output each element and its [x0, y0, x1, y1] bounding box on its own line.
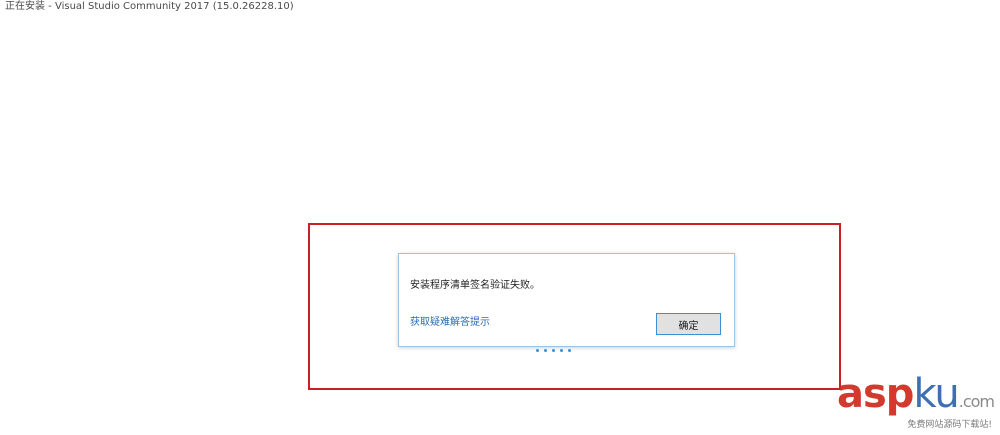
loading-dot: [536, 349, 539, 352]
error-dialog: 安装程序清单签名验证失败。 获取疑难解答提示 确定: [398, 253, 735, 347]
loading-indicator: [536, 349, 571, 352]
loading-dot: [568, 349, 571, 352]
site-watermark: aspku.com 免费网站源码下载站!: [837, 371, 995, 431]
ok-button[interactable]: 确定: [656, 313, 721, 335]
window-title: 正在安装 - Visual Studio Community 2017 (15.…: [5, 1, 294, 12]
installer-window: 正在安装 - Visual Studio Community 2017 (15.…: [0, 0, 1000, 435]
loading-dot: [552, 349, 555, 352]
troubleshooting-link[interactable]: 获取疑难解答提示: [410, 316, 490, 330]
watermark-logo: aspku.com: [837, 371, 995, 417]
loading-dot: [560, 349, 563, 352]
error-message: 安装程序清单签名验证失败。: [410, 280, 540, 291]
loading-dot: [544, 349, 547, 352]
